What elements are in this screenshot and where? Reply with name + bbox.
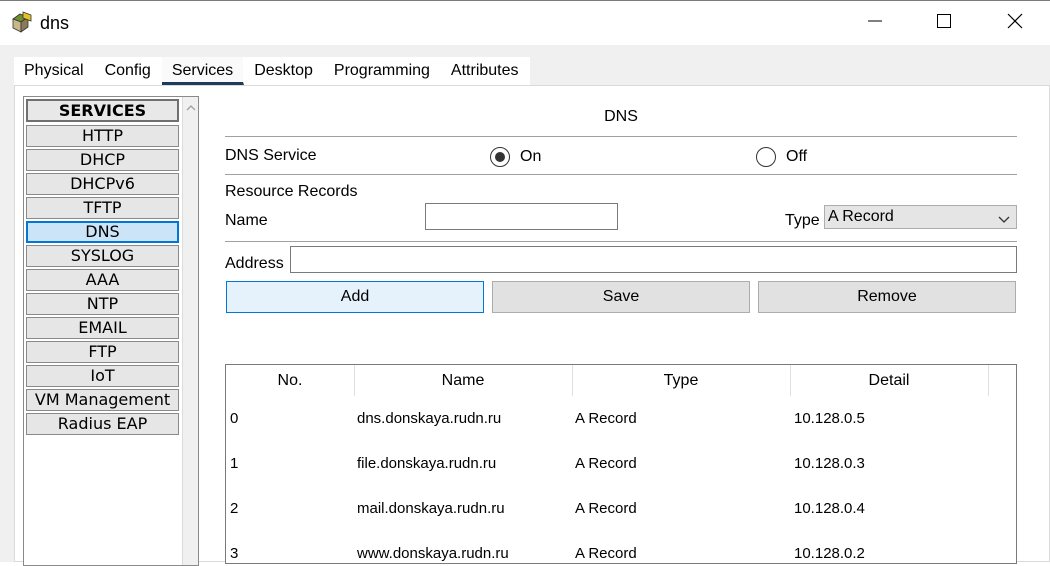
record-detail: 10.128.0.4: [794, 500, 865, 517]
service-item-dns[interactable]: DNS: [26, 221, 179, 243]
services-panel: SERVICES HTTP DHCP DHCPv6 TFTP DNS SYSLO…: [14, 85, 1050, 566]
record-detail: 10.128.0.3: [794, 455, 865, 472]
tab-attributes[interactable]: Attributes: [440, 57, 530, 85]
column-header-name[interactable]: Name: [354, 365, 572, 396]
record-no: 3: [230, 545, 239, 562]
service-item-ntp[interactable]: NTP: [26, 293, 179, 315]
service-item-syslog[interactable]: SYSLOG: [26, 245, 179, 267]
type-select[interactable]: A Record: [824, 205, 1017, 229]
service-item-iot[interactable]: IoT: [26, 365, 179, 387]
services-list: SERVICES HTTP DHCP DHCPv6 TFTP DNS SYSLO…: [23, 96, 199, 566]
maximize-button[interactable]: [921, 1, 967, 46]
dns-config-area: DNS DNS Service On Off Resource Records …: [211, 86, 1049, 564]
type-label: Type: [785, 212, 820, 229]
service-item-ftp[interactable]: FTP: [26, 341, 179, 363]
chevron-down-icon: [998, 212, 1010, 223]
dns-off-radio[interactable]: [756, 147, 776, 167]
service-item-aaa[interactable]: AAA: [26, 269, 179, 291]
maximize-icon: [936, 13, 952, 34]
dns-on-radio[interactable]: [490, 147, 510, 167]
add-button[interactable]: Add: [226, 281, 484, 313]
tab-desktop[interactable]: Desktop: [244, 57, 324, 85]
record-no: 0: [230, 410, 239, 427]
tab-config[interactable]: Config: [94, 57, 162, 85]
address-input[interactable]: [290, 246, 1017, 273]
dns-off-label[interactable]: Off: [786, 148, 807, 166]
column-header-no[interactable]: No.: [226, 365, 354, 396]
divider: [225, 174, 1017, 175]
server-icon: [10, 10, 34, 34]
chevron-up-icon[interactable]: [185, 101, 197, 113]
close-icon: [1007, 13, 1023, 34]
divider: [225, 241, 1017, 242]
address-label: Address: [225, 255, 284, 272]
record-type: A Record: [575, 410, 637, 427]
resource-records-label: Resource Records: [225, 183, 358, 200]
page-title: DNS: [604, 108, 638, 125]
service-item-email[interactable]: EMAIL: [26, 317, 179, 339]
service-item-dhcpv6[interactable]: DHCPv6: [26, 173, 179, 195]
name-label: Name: [225, 212, 268, 229]
divider: [225, 136, 1017, 137]
minimize-button[interactable]: [852, 1, 898, 46]
window-title: dns: [40, 13, 70, 33]
remove-button[interactable]: Remove: [758, 281, 1016, 313]
column-header-detail[interactable]: Detail: [790, 365, 988, 396]
record-detail: 10.128.0.2: [794, 545, 865, 562]
tab-services[interactable]: Services: [161, 57, 245, 85]
radio-selected-dot: [495, 152, 505, 162]
service-item-tftp[interactable]: TFTP: [26, 197, 179, 219]
record-type: A Record: [575, 455, 637, 472]
tab-programming[interactable]: Programming: [323, 57, 441, 85]
record-no: 1: [230, 455, 239, 472]
save-button[interactable]: Save: [492, 281, 750, 313]
service-item-dhcp[interactable]: DHCP: [26, 149, 179, 171]
record-detail: 10.128.0.5: [794, 410, 865, 427]
services-header: SERVICES: [26, 99, 179, 122]
title-bar: dns: [0, 0, 1050, 45]
close-button[interactable]: [992, 1, 1038, 46]
record-type: A Record: [575, 500, 637, 517]
record-name: www.donskaya.rudn.ru: [357, 545, 509, 562]
minimize-icon: [867, 13, 883, 34]
service-item-radius-eap[interactable]: Radius EAP: [26, 413, 179, 435]
record-name: dns.donskaya.rudn.ru: [357, 410, 502, 427]
service-item-vm-management[interactable]: VM Management: [26, 389, 179, 411]
column-divider: [988, 365, 989, 396]
name-input[interactable]: [425, 203, 618, 230]
record-name: file.donskaya.rudn.ru: [357, 455, 497, 472]
type-select-value: A Record: [828, 208, 894, 225]
tab-bar: Physical Config Services Desktop Program…: [14, 57, 530, 85]
dns-service-label: DNS Service: [225, 147, 317, 164]
dns-on-label[interactable]: On: [520, 148, 541, 166]
services-scrollbar[interactable]: [182, 97, 198, 565]
tab-physical[interactable]: Physical: [14, 57, 95, 85]
record-no: 2: [230, 500, 239, 517]
record-name: mail.donskaya.rudn.ru: [357, 500, 505, 517]
service-item-http[interactable]: HTTP: [26, 125, 179, 147]
record-type: A Record: [575, 545, 637, 562]
window-client: Physical Config Services Desktop Program…: [0, 45, 1050, 566]
column-header-type[interactable]: Type: [572, 365, 790, 396]
records-table: No. Name Type Detail 0 dns.donskaya.rudn…: [225, 364, 1017, 564]
